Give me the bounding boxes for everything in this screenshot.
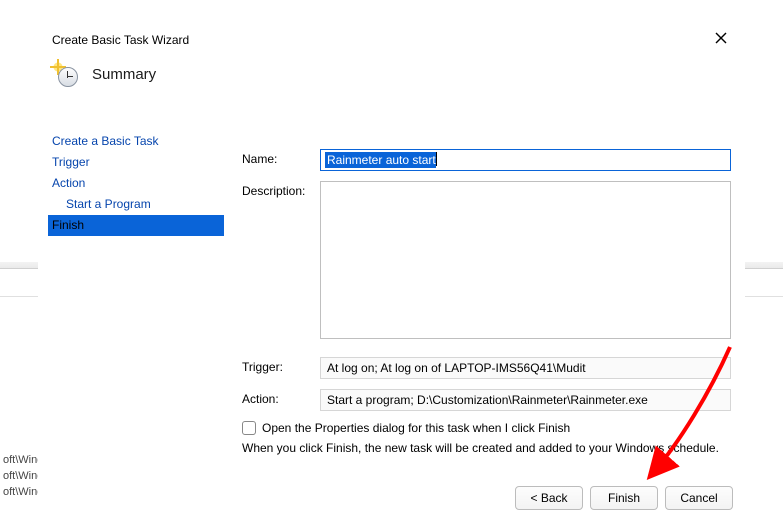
wizard-steps: Create a Basic Task Trigger Action Start… xyxy=(48,131,224,236)
close-icon xyxy=(714,31,728,45)
close-button[interactable] xyxy=(709,29,733,53)
back-button[interactable]: < Back xyxy=(515,486,583,510)
step-create-basic-task[interactable]: Create a Basic Task xyxy=(48,131,224,152)
text-caret xyxy=(436,152,437,166)
open-properties-row: Open the Properties dialog for this task… xyxy=(242,421,731,435)
bg-path-fragment: oft\Windows\ El xyxy=(3,484,40,500)
trigger-value: At log on; At log on of LAPTOP-IMS56Q41\… xyxy=(320,357,731,379)
name-input-selection: Rainmeter auto start xyxy=(325,152,436,168)
bg-path-fragment: oft\Windows\U… xyxy=(3,468,40,484)
page-title: Summary xyxy=(92,66,156,83)
trigger-row: Trigger: At log on; At log on of LAPTOP-… xyxy=(242,357,731,379)
description-row: Description: xyxy=(242,181,731,339)
open-properties-label: Open the Properties dialog for this task… xyxy=(262,421,570,435)
finish-note: When you click Finish, the new task will… xyxy=(242,441,731,455)
form-area: Name: Rainmeter auto start Description: … xyxy=(242,149,731,472)
step-action[interactable]: Action xyxy=(48,173,224,194)
step-trigger[interactable]: Trigger xyxy=(48,152,224,173)
step-finish[interactable]: Finish xyxy=(48,215,224,236)
action-row: Action: Start a program; D:\Customizatio… xyxy=(242,389,731,411)
wizard-buttons: < Back Finish Cancel xyxy=(515,486,733,510)
name-input[interactable]: Rainmeter auto start xyxy=(320,149,731,171)
name-row: Name: Rainmeter auto start xyxy=(242,149,731,171)
trigger-label: Trigger: xyxy=(242,357,320,374)
action-label: Action: xyxy=(242,389,320,406)
description-input[interactable] xyxy=(320,181,731,339)
wizard-dialog: Create Basic Task Wizard Summary Create … xyxy=(38,20,745,528)
name-label: Name: xyxy=(242,149,320,166)
finish-button[interactable]: Finish xyxy=(590,486,658,510)
open-properties-checkbox[interactable] xyxy=(242,421,256,435)
bg-path-fragment: oft\Wind… xyxy=(3,452,40,468)
cancel-button[interactable]: Cancel xyxy=(665,486,733,510)
step-start-a-program[interactable]: Start a Program xyxy=(48,194,224,215)
action-value: Start a program; D:\Customization\Rainme… xyxy=(320,389,731,411)
dialog-title: Create Basic Task Wizard xyxy=(52,33,189,47)
description-label: Description: xyxy=(242,181,320,198)
task-clock-icon xyxy=(52,61,78,87)
header-row: Summary xyxy=(52,61,156,87)
